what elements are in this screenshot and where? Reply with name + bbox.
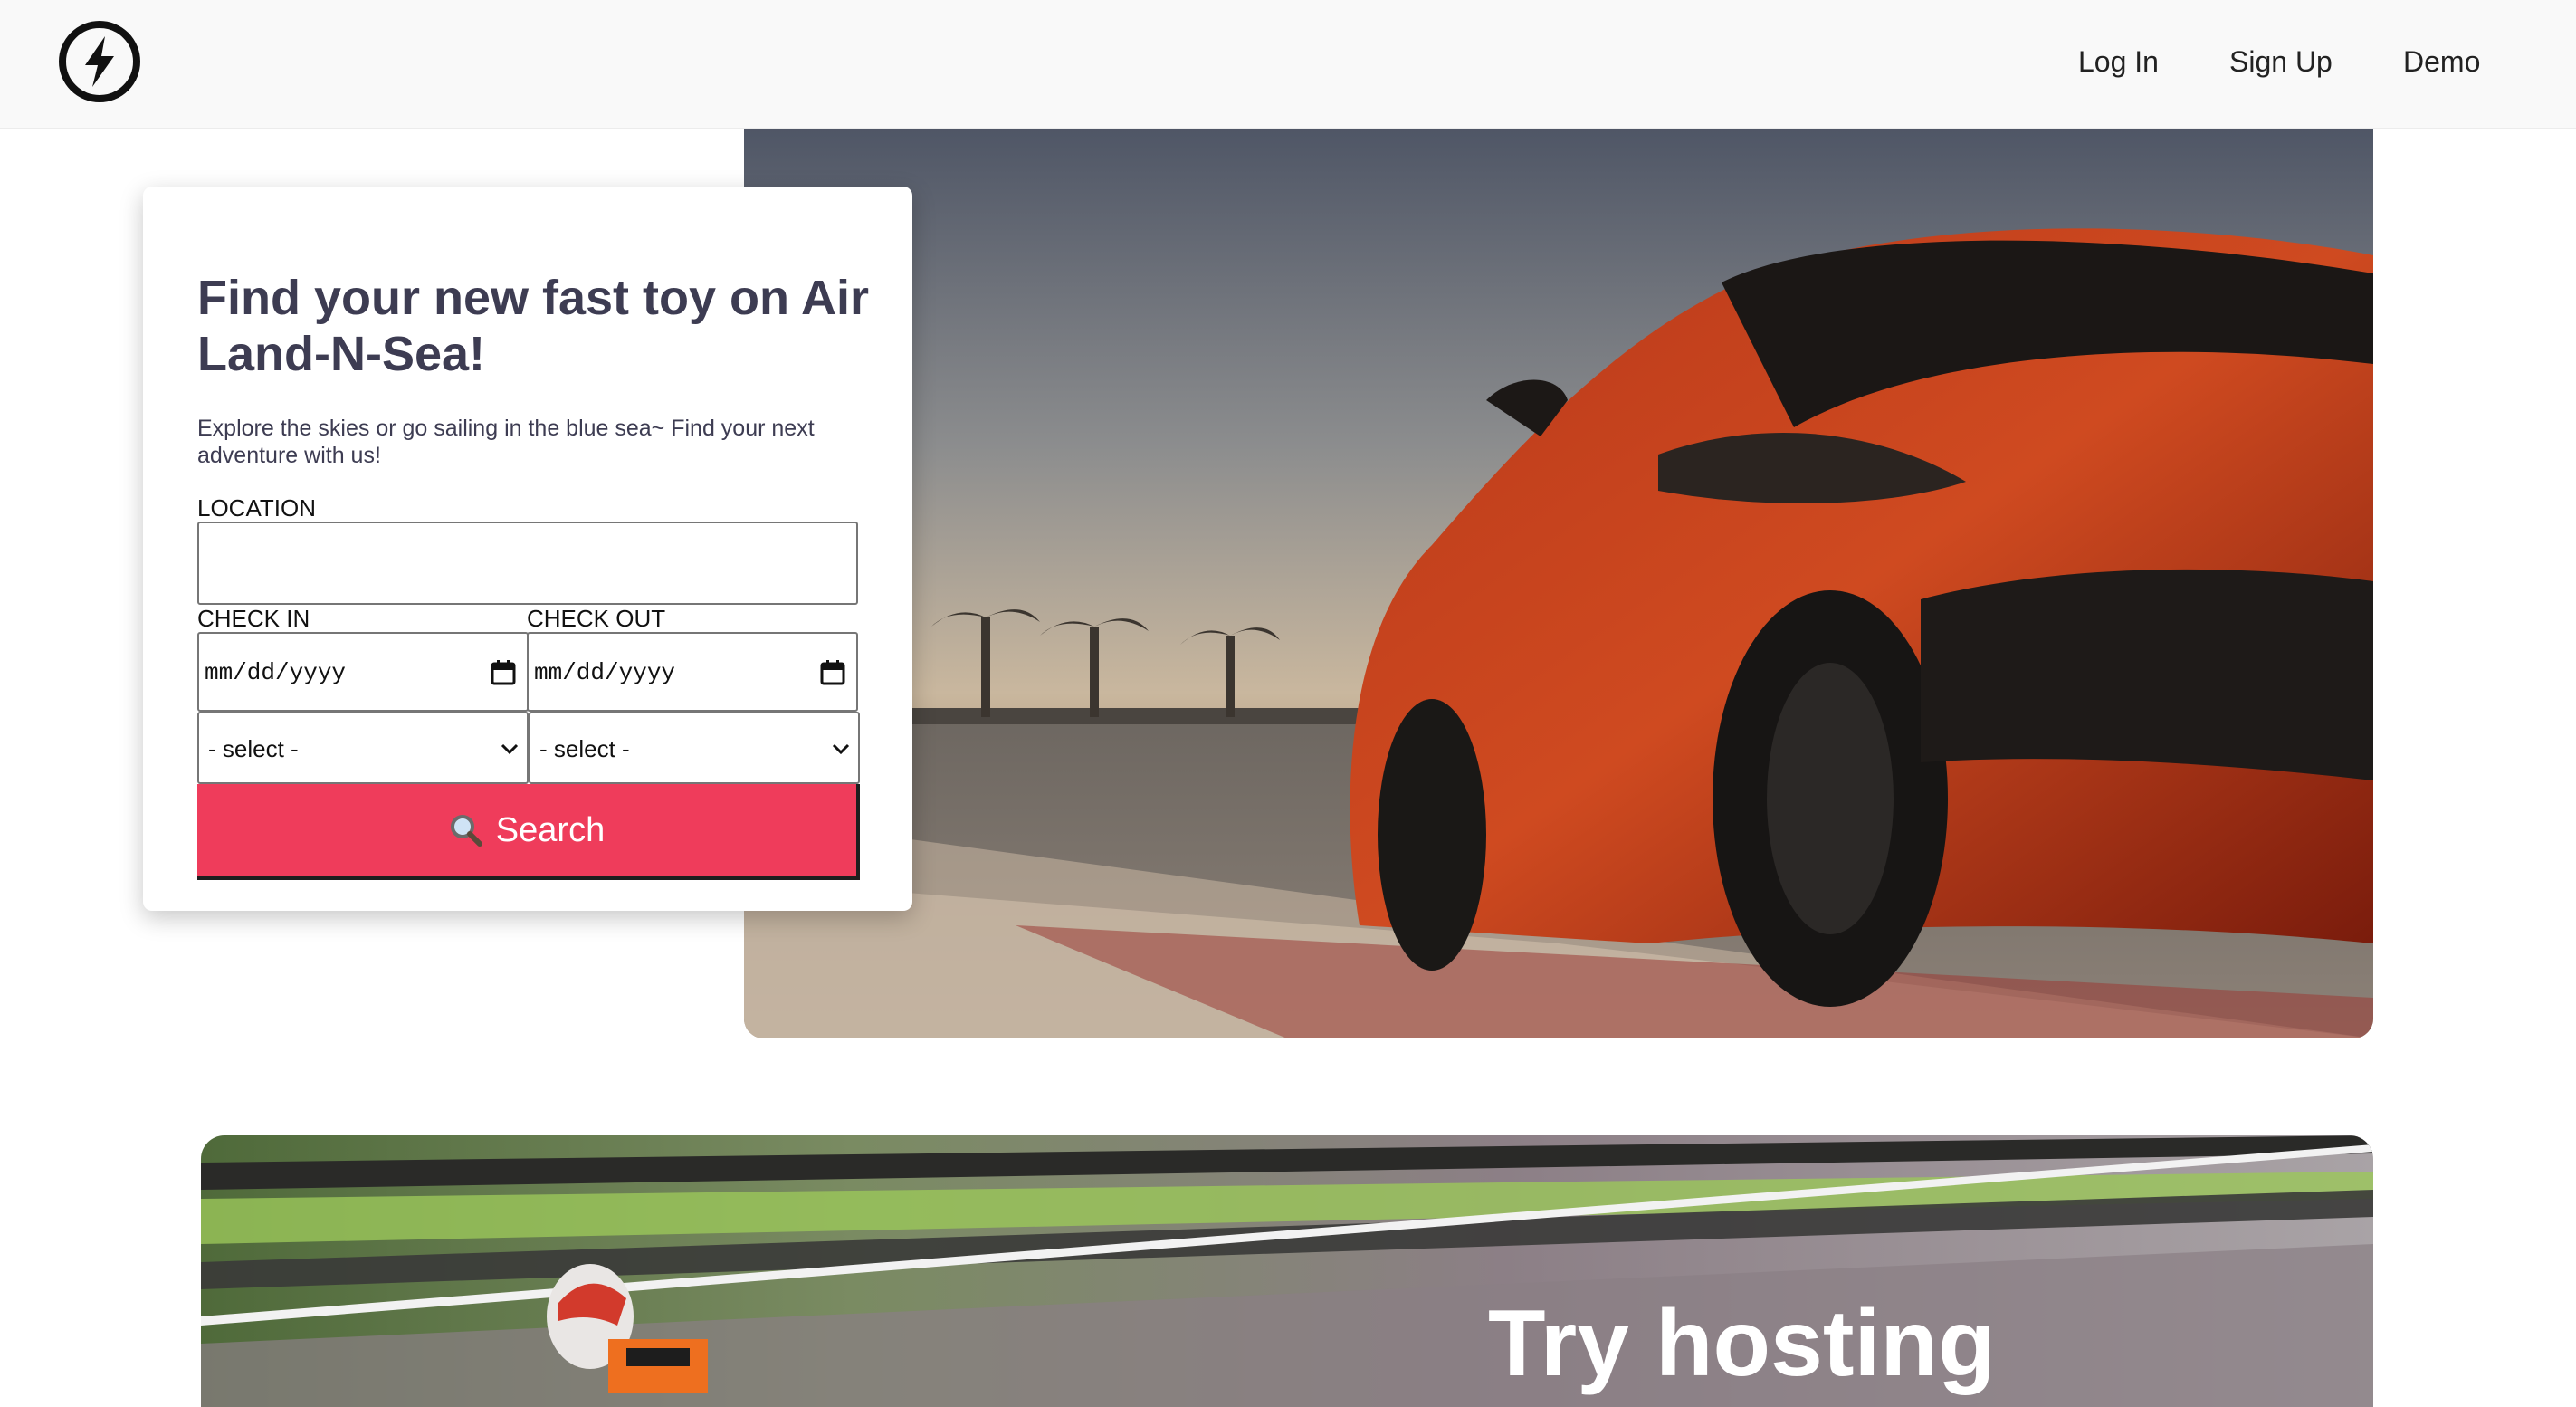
signup-link[interactable]: Sign Up: [2229, 42, 2333, 81]
lightning-bolt-circle-icon[interactable]: [58, 20, 141, 103]
demo-link[interactable]: Demo: [2403, 42, 2480, 81]
chevron-down-icon: [832, 743, 850, 755]
location-label: LOCATION: [197, 494, 316, 522]
location-input[interactable]: [197, 522, 858, 605]
guests-select[interactable]: - select -: [529, 712, 860, 784]
select-value: - select -: [539, 735, 630, 762]
magnifier-icon: [450, 815, 482, 847]
hero-image-sports-car: [744, 129, 2373, 1038]
top-navbar: Log In Sign Up Demo: [0, 0, 2576, 129]
calendar-icon[interactable]: [820, 659, 845, 686]
vehicle-type-select[interactable]: - select -: [197, 712, 529, 784]
calendar-icon[interactable]: [491, 659, 516, 686]
search-button[interactable]: Search: [197, 784, 860, 880]
hosting-banner-image: Try hosting: [201, 1135, 2373, 1407]
search-button-label: Search: [495, 810, 606, 849]
checkout-date-value: mm/dd/yyyy: [534, 659, 676, 686]
card-subtitle: Explore the skies or go sailing in the b…: [197, 416, 815, 468]
card-title: Find your new fast toy on Air Land-N-Sea…: [197, 271, 870, 381]
search-card: Find your new fast toy on Air Land-N-Sea…: [143, 187, 912, 911]
checkin-date-input[interactable]: mm/dd/yyyy: [197, 632, 529, 712]
select-value: - select -: [208, 735, 299, 762]
login-link[interactable]: Log In: [2078, 42, 2159, 81]
checkin-label: CHECK IN: [197, 605, 310, 632]
banner-title: Try hosting: [1488, 1291, 1996, 1396]
checkout-date-input[interactable]: mm/dd/yyyy: [527, 632, 858, 712]
checkin-date-value: mm/dd/yyyy: [205, 659, 347, 686]
chevron-down-icon: [501, 743, 519, 755]
checkout-label: CHECK OUT: [527, 605, 666, 632]
